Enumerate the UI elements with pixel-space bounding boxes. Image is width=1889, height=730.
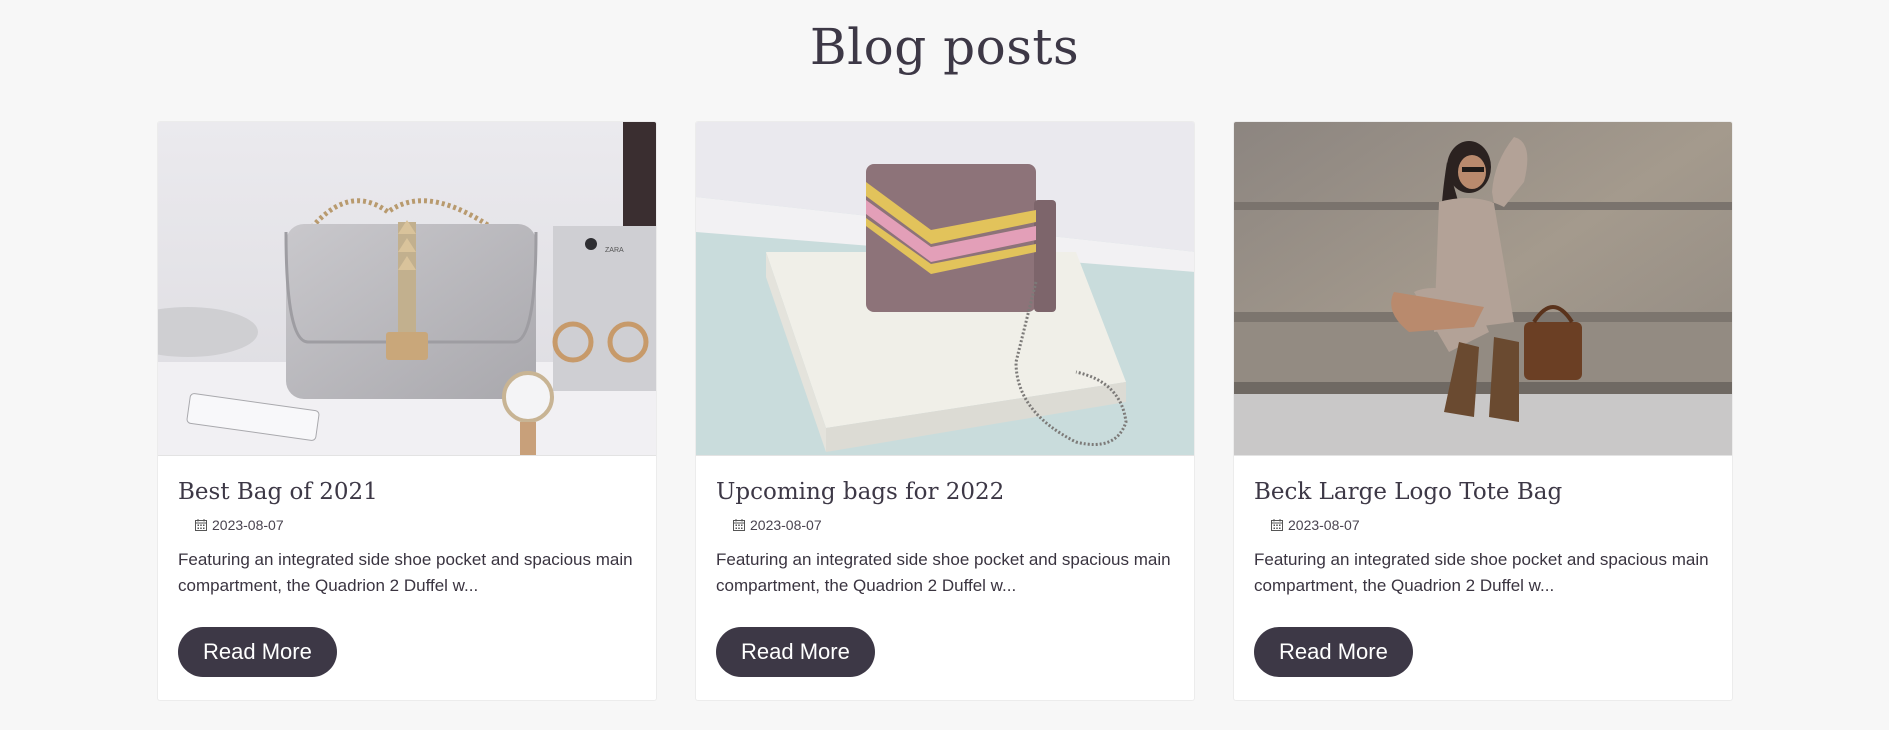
- post-title[interactable]: Best Bag of 2021: [178, 479, 378, 505]
- post-excerpt: Featuring an integrated side shoe pocket…: [1254, 550, 1709, 595]
- woman-with-tote-photo: [1234, 122, 1732, 455]
- read-more-button[interactable]: Read More: [716, 627, 875, 677]
- post-date-text: 2023-08-07: [212, 517, 284, 533]
- post-image[interactable]: ZARA: [158, 122, 656, 456]
- read-more-button[interactable]: Read More: [1254, 627, 1413, 677]
- calendar-icon: [195, 519, 207, 531]
- post-image[interactable]: [696, 122, 1194, 456]
- post-excerpt: Featuring an integrated side shoe pocket…: [716, 550, 1171, 595]
- grey-handbag-photo: ZARA: [158, 122, 656, 455]
- read-more-button[interactable]: Read More: [178, 627, 337, 677]
- blog-post-card: Upcoming bags for 2022 2023-08-07 Featur…: [695, 121, 1195, 701]
- blog-post-card: Beck Large Logo Tote Bag 2023-08-07 Feat…: [1233, 121, 1733, 701]
- mauve-crossbody-bag-photo: [696, 122, 1194, 455]
- post-date-text: 2023-08-07: [750, 517, 822, 533]
- post-date: 2023-08-07: [1270, 517, 1360, 533]
- post-date: 2023-08-07: [194, 517, 284, 533]
- post-date: 2023-08-07: [732, 517, 822, 533]
- post-excerpt: Featuring an integrated side shoe pocket…: [178, 550, 633, 595]
- post-title[interactable]: Beck Large Logo Tote Bag: [1254, 479, 1562, 505]
- blog-post-card: ZARA Best Bag of 2021 2023-08-07 Featuri…: [157, 121, 657, 701]
- post-date-text: 2023-08-07: [1288, 517, 1360, 533]
- calendar-icon: [1271, 519, 1283, 531]
- blog-post-list: ZARA Best Bag of 2021 2023-08-07 Featuri…: [157, 121, 1733, 701]
- svg-text:ZARA: ZARA: [605, 247, 624, 254]
- page-title: Blog posts: [809, 18, 1080, 76]
- post-image[interactable]: [1234, 122, 1732, 456]
- post-title[interactable]: Upcoming bags for 2022: [716, 479, 1004, 505]
- calendar-icon: [733, 519, 745, 531]
